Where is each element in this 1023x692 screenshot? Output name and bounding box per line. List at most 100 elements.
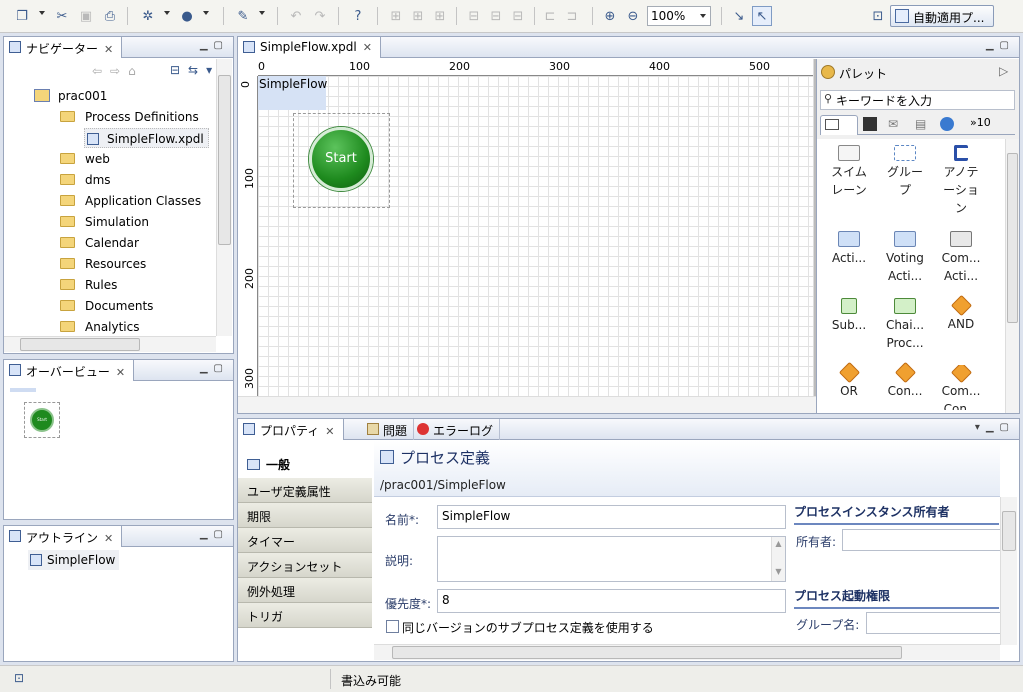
view-min-max-buttons[interactable]: ▾▁▢ xyxy=(975,422,1015,433)
name-field[interactable]: SimpleFlow xyxy=(437,505,786,529)
match-width-icon[interactable]: ⊏ xyxy=(540,6,560,26)
align-right-icon[interactable]: ⊞ xyxy=(430,6,450,26)
align-bottom-icon[interactable]: ⊟ xyxy=(508,6,528,26)
palette-item-subprocess[interactable]: Sub... xyxy=(821,298,877,334)
group-field[interactable] xyxy=(866,612,1002,634)
open-perspective-icon[interactable]: ⊡ xyxy=(868,6,888,26)
mail-tab-icon[interactable]: ✉ xyxy=(888,117,898,131)
zoom-out-icon[interactable]: ⊖ xyxy=(623,6,643,26)
zoom-in-icon[interactable]: ⊕ xyxy=(600,6,620,26)
chevron-down-icon[interactable] xyxy=(39,11,45,15)
category-deadline[interactable]: 期限 xyxy=(238,503,372,528)
tree-item[interactable]: Rules xyxy=(60,275,117,295)
fast-view-icon[interactable]: ⊡ xyxy=(14,671,24,685)
view-min-max-buttons[interactable]: ▁▢ xyxy=(200,363,229,374)
palette-item-voting-activity[interactable]: Voting Acti... xyxy=(877,231,933,285)
align-top-icon[interactable]: ⊟ xyxy=(464,6,484,26)
close-icon[interactable]: ✕ xyxy=(104,532,113,545)
tree-item[interactable]: Calendar xyxy=(60,233,139,253)
scroll-thumb[interactable] xyxy=(392,646,902,659)
same-version-checkbox[interactable] xyxy=(386,620,399,633)
match-height-icon[interactable]: ⊐ xyxy=(562,6,582,26)
tree-item[interactable]: dms xyxy=(60,170,111,190)
view-min-max-buttons[interactable]: ▁▢ xyxy=(200,40,229,51)
external-tools-icon[interactable]: ✎ xyxy=(233,6,253,26)
process-canvas[interactable]: SimpleFlow Start xyxy=(258,76,813,396)
outline-item[interactable]: SimpleFlow xyxy=(28,550,120,570)
chevron-down-icon[interactable] xyxy=(259,11,265,15)
print-icon[interactable]: ⎙ xyxy=(100,6,120,26)
align-left-icon[interactable]: ⊞ xyxy=(386,6,406,26)
priority-field[interactable]: 8 xyxy=(437,589,786,613)
tree-item[interactable]: Resources xyxy=(60,254,146,274)
palette-collapse-icon[interactable]: ▷ xyxy=(999,64,1008,78)
tab-problems[interactable]: 問題 xyxy=(363,419,415,440)
description-vscroll[interactable]: ▲ ▼ xyxy=(771,537,785,581)
redo-icon[interactable]: ↷ xyxy=(310,6,330,26)
run-icon[interactable]: ● xyxy=(177,6,197,26)
category-trigger[interactable]: トリガ xyxy=(238,603,372,628)
chevron-down-icon[interactable] xyxy=(700,14,706,18)
tab-error-log[interactable]: エラーログ xyxy=(413,419,501,440)
pool-header[interactable]: SimpleFlow xyxy=(258,76,327,110)
close-icon[interactable]: ✕ xyxy=(104,43,113,56)
scroll-thumb[interactable] xyxy=(1002,511,1016,551)
palette-item-and[interactable]: AND xyxy=(933,294,989,333)
palette-vscroll[interactable] xyxy=(1005,139,1019,413)
tree-item[interactable]: Analytics xyxy=(60,317,140,337)
palette-item-swimlane[interactable]: スイム レーン xyxy=(821,145,877,199)
close-icon[interactable]: ✕ xyxy=(325,425,334,438)
palette-item-compound-activity[interactable]: Com... Acti... xyxy=(933,231,989,285)
collapse-link-icons[interactable]: ⊟⇆▾ xyxy=(170,63,220,77)
tab-properties[interactable]: プロパティ ✕ xyxy=(238,419,344,440)
start-node[interactable]: Start xyxy=(309,127,373,191)
category-timer[interactable]: タイマー xyxy=(238,528,372,553)
properties-vscroll[interactable] xyxy=(1000,497,1017,645)
undo-icon[interactable]: ↶ xyxy=(286,6,306,26)
scroll-thumb[interactable] xyxy=(218,75,231,245)
tree-project[interactable]: prac001 xyxy=(34,86,107,106)
category-exception[interactable]: 例外処理 xyxy=(238,578,372,603)
web-service-tab-icon[interactable] xyxy=(940,117,954,131)
category-general[interactable]: 一般 xyxy=(238,451,372,476)
debug-icon[interactable]: ✲ xyxy=(138,6,158,26)
more-tabs-icon[interactable]: »10 xyxy=(970,116,991,129)
help-icon[interactable]: ? xyxy=(348,6,368,26)
palette-item-complex[interactable]: Com... Con... xyxy=(933,365,989,410)
canvas-hscroll[interactable] xyxy=(238,396,816,413)
perspective-button[interactable]: 自動適用プ... xyxy=(890,5,994,27)
document-tab-icon[interactable]: ▤ xyxy=(915,117,926,131)
tab-navigator[interactable]: ナビゲーター ✕ xyxy=(4,37,123,58)
tree-item[interactable]: Documents xyxy=(60,296,153,316)
close-icon[interactable]: ✕ xyxy=(363,41,372,54)
properties-hscroll[interactable] xyxy=(374,644,1000,660)
palette-item-group[interactable]: グルー プ xyxy=(877,145,933,199)
align-middle-icon[interactable]: ⊟ xyxy=(486,6,506,26)
new-project-icon[interactable]: ✂ xyxy=(52,6,72,26)
chevron-down-icon[interactable] xyxy=(164,11,170,15)
category-action-set[interactable]: アクションセット xyxy=(238,553,372,578)
palette-tab-general[interactable] xyxy=(820,115,858,135)
tab-overview[interactable]: オーバービュー ✕ xyxy=(4,360,135,381)
palette-item-annotation[interactable]: アノテ ーショ ン xyxy=(933,145,989,217)
tree-item[interactable]: web xyxy=(60,149,110,169)
scroll-thumb[interactable] xyxy=(1007,153,1018,323)
chevron-down-icon[interactable] xyxy=(203,11,209,15)
close-icon[interactable]: ✕ xyxy=(116,366,125,379)
tree-item-selected[interactable]: SimpleFlow.xpdl xyxy=(84,128,209,148)
tab-simpleflow-xpdl[interactable]: SimpleFlow.xpdl ✕ xyxy=(238,37,381,58)
tree-item[interactable]: Application Classes xyxy=(60,191,201,211)
navigator-hscroll[interactable] xyxy=(4,336,216,352)
palette-item-or[interactable]: OR xyxy=(821,361,877,400)
palette-item-activity[interactable]: Acti... xyxy=(821,231,877,267)
connection-tool-icon[interactable]: ↘ xyxy=(729,6,749,26)
navigator-vscroll[interactable] xyxy=(216,59,232,336)
owner-field[interactable] xyxy=(842,529,1002,551)
palette-item-chained-process[interactable]: Chai... Proc... xyxy=(877,298,933,352)
tab-outline[interactable]: アウトライン ✕ xyxy=(4,526,123,547)
view-min-max-buttons[interactable]: ▁▢ xyxy=(200,529,229,540)
terminal-tab-icon[interactable] xyxy=(863,117,877,131)
new-icon[interactable]: ❐ xyxy=(12,6,32,26)
palette-item-conditional[interactable]: Con... xyxy=(877,361,933,400)
select-tool-icon[interactable]: ↖ xyxy=(752,6,772,26)
